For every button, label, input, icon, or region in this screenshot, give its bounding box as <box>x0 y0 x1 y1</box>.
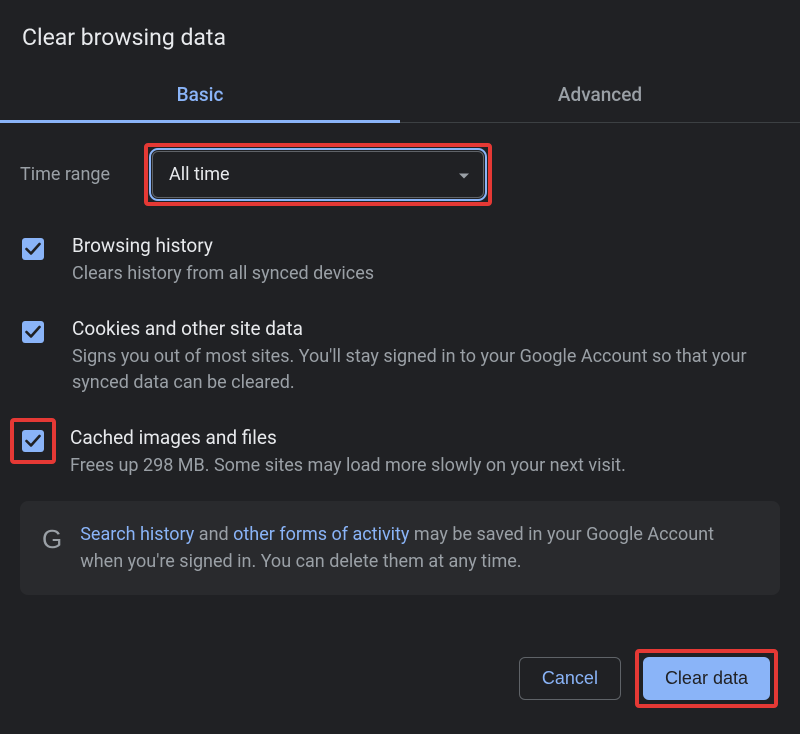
checklist: Browsing history Clears history from all… <box>20 234 780 479</box>
search-history-link[interactable]: Search history <box>80 524 194 545</box>
checklist-item-title: Browsing history <box>72 234 780 257</box>
checkbox-cookies[interactable] <box>20 319 46 345</box>
checklist-item-title: Cached images and files <box>70 426 780 449</box>
checklist-text: Cached images and files Frees up 298 MB.… <box>70 426 780 479</box>
dialog-title: Clear browsing data <box>0 0 800 69</box>
checkmark-icon <box>22 321 44 343</box>
checklist-item-cached: Cached images and files Frees up 298 MB.… <box>20 426 780 479</box>
checklist-item-cookies: Cookies and other site data Signs you ou… <box>20 317 780 396</box>
checklist-item-browsing-history: Browsing history Clears history from all… <box>20 234 780 287</box>
checkmark-icon <box>22 238 44 260</box>
checklist-item-desc: Signs you out of most sites. You'll stay… <box>72 344 780 396</box>
checkbox-browsing-history[interactable] <box>20 236 46 262</box>
cancel-button[interactable]: Cancel <box>519 657 621 700</box>
dialog-body: Time range All time Browsing his <box>0 123 800 595</box>
highlight-checkbox-cached <box>10 418 56 464</box>
checklist-item-title: Cookies and other site data <box>72 317 780 340</box>
highlight-clear-button: Clear data <box>635 649 778 708</box>
clear-browsing-data-dialog: Clear browsing data Basic Advanced Time … <box>0 0 800 734</box>
time-range-row: Time range All time <box>20 143 780 206</box>
dialog-footer: Cancel Clear data <box>519 649 778 708</box>
clear-data-button[interactable]: Clear data <box>643 657 770 700</box>
tab-advanced[interactable]: Advanced <box>400 69 800 122</box>
google-account-notice: G Search history and other forms of acti… <box>20 501 780 595</box>
tab-basic[interactable]: Basic <box>0 69 400 122</box>
checkbox-cached[interactable] <box>20 428 46 454</box>
google-g-icon: G <box>42 521 62 557</box>
checklist-text: Cookies and other site data Signs you ou… <box>72 317 780 396</box>
checklist-item-desc: Clears history from all synced devices <box>72 261 780 287</box>
other-activity-link[interactable]: other forms of activity <box>233 524 409 545</box>
notice-mid1: and <box>194 524 233 545</box>
time-range-label: Time range <box>20 164 136 185</box>
time-range-select[interactable]: All time <box>152 151 484 198</box>
checklist-item-desc: Frees up 298 MB. Some sites may load mor… <box>70 453 780 479</box>
tabs: Basic Advanced <box>0 69 800 123</box>
checklist-text: Browsing history Clears history from all… <box>72 234 780 287</box>
checkmark-icon <box>22 430 44 452</box>
time-range-select-wrap: All time <box>152 151 484 198</box>
notice-text: Search history and other forms of activi… <box>80 521 758 575</box>
highlight-time-range: All time <box>144 143 492 206</box>
